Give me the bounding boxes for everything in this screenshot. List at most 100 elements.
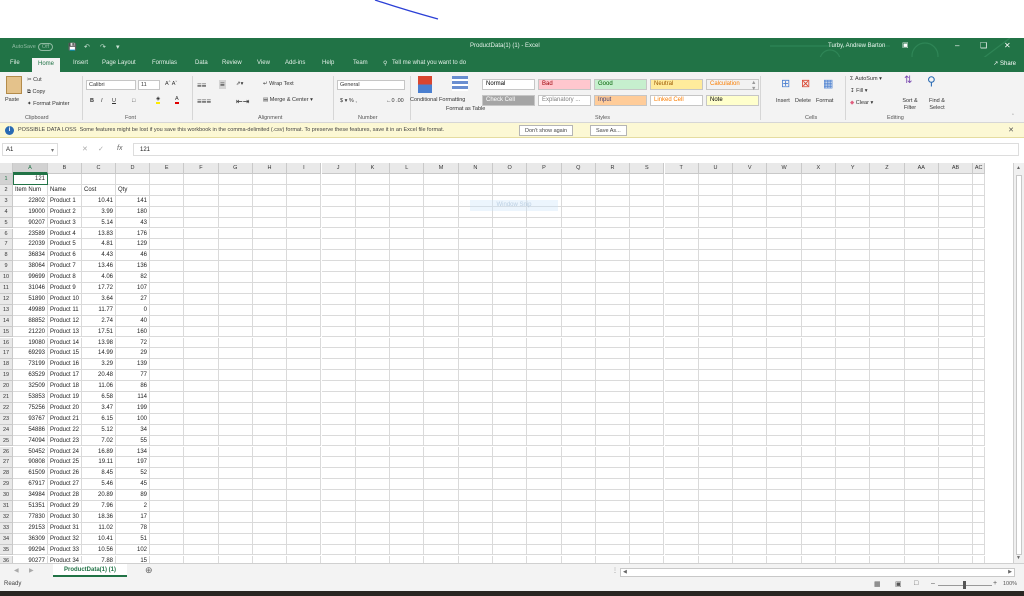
cell-v24[interactable] [733, 424, 768, 436]
cell-w4[interactable] [767, 206, 802, 218]
cell-c27[interactable]: 19.11 [82, 457, 116, 469]
cell-s15[interactable] [630, 326, 665, 338]
cell-c10[interactable]: 4.06 [82, 272, 116, 283]
cell-x8[interactable] [801, 250, 836, 262]
cell-w6[interactable] [767, 228, 802, 240]
cell-y33[interactable] [836, 522, 871, 534]
italic-button[interactable]: I [101, 98, 103, 104]
cell-z22[interactable] [870, 402, 905, 414]
cell-v20[interactable] [733, 381, 768, 392]
cell-f23[interactable] [184, 413, 219, 425]
cell-a11[interactable]: 31046 [13, 283, 48, 294]
cell-r29[interactable] [595, 479, 631, 491]
column-header-s[interactable]: S [630, 163, 665, 174]
cell-g3[interactable] [218, 195, 253, 207]
cell-s25[interactable] [630, 435, 665, 447]
cell-z32[interactable] [870, 511, 905, 523]
cell-f17[interactable] [184, 348, 219, 360]
cell-f2[interactable] [184, 184, 219, 196]
cell-j23[interactable] [321, 413, 356, 425]
cell-b4[interactable]: Product 2 [48, 206, 82, 218]
cell-x1[interactable] [801, 174, 836, 185]
cell-aa30[interactable] [904, 490, 939, 501]
cell-l32[interactable] [390, 511, 425, 523]
cell-k29[interactable] [355, 479, 391, 491]
cell-v2[interactable] [733, 184, 768, 196]
cell-l20[interactable] [390, 381, 425, 392]
cell-s1[interactable] [630, 174, 665, 185]
cell-g20[interactable] [218, 381, 253, 392]
cell-z18[interactable] [870, 359, 905, 371]
cell-e25[interactable] [150, 435, 185, 447]
cell-m16[interactable] [424, 337, 459, 349]
cell-y12[interactable] [836, 293, 871, 305]
cell-a34[interactable]: 36309 [13, 533, 48, 545]
cell-p16[interactable] [527, 337, 562, 349]
cell-c7[interactable]: 4.81 [82, 239, 116, 251]
cell-ab22[interactable] [938, 402, 974, 414]
cell-ac8[interactable] [973, 250, 986, 262]
cell-s12[interactable] [630, 293, 665, 305]
cell-g35[interactable] [218, 544, 253, 556]
delete-button[interactable]: Delete [795, 98, 811, 104]
cell-aa3[interactable] [904, 195, 939, 207]
cell-r13[interactable] [595, 304, 631, 316]
cell-s33[interactable] [630, 522, 665, 534]
cell-v15[interactable] [733, 326, 768, 338]
cell-n24[interactable] [458, 424, 493, 436]
cell-o26[interactable] [493, 446, 528, 458]
cell-j30[interactable] [321, 490, 356, 501]
cell-z31[interactable] [870, 501, 905, 512]
cell-j4[interactable] [321, 206, 356, 218]
cell-ab2[interactable] [938, 184, 974, 196]
align-top-icon[interactable]: ≡≡ [197, 81, 206, 90]
cell-s4[interactable] [630, 206, 665, 218]
cell-m3[interactable] [424, 195, 459, 207]
cell-g31[interactable] [218, 501, 253, 512]
cell-l13[interactable] [390, 304, 425, 316]
cell-f32[interactable] [184, 511, 219, 523]
cell-n25[interactable] [458, 435, 493, 447]
cell-z10[interactable] [870, 272, 905, 283]
cell-t24[interactable] [664, 424, 699, 436]
cell-r28[interactable] [595, 468, 631, 480]
cell-j8[interactable] [321, 250, 356, 262]
cell-l24[interactable] [390, 424, 425, 436]
cell-e27[interactable] [150, 457, 185, 469]
cell-h34[interactable] [252, 533, 288, 545]
cell-aa16[interactable] [904, 337, 939, 349]
cell-c16[interactable]: 13.98 [82, 337, 116, 349]
cell-j28[interactable] [321, 468, 356, 480]
column-header-a[interactable]: A [13, 163, 48, 174]
cell-i35[interactable] [287, 544, 322, 556]
row-header[interactable]: 25 [0, 435, 13, 447]
collapse-ribbon-icon[interactable]: ˆ [1012, 114, 1014, 120]
cell-k34[interactable] [355, 533, 391, 545]
cell-f5[interactable] [184, 217, 219, 229]
cell-a2[interactable]: Item Num [13, 184, 48, 196]
cell-r14[interactable] [595, 315, 631, 327]
cell-j13[interactable] [321, 304, 356, 316]
cell-c20[interactable]: 11.06 [82, 381, 116, 392]
cell-ab15[interactable] [938, 326, 974, 338]
row-header[interactable]: 10 [0, 272, 13, 283]
cell-o1[interactable] [493, 174, 528, 185]
format-painter-button[interactable]: ✦ Format Painter [27, 101, 70, 107]
share-button[interactable]: ↗ Share [993, 60, 1016, 67]
cell-h9[interactable] [252, 261, 288, 273]
autosave-toggle[interactable]: AutoSave Off [12, 43, 54, 51]
cell-y28[interactable] [836, 468, 871, 480]
wrap-text-button[interactable]: ↵ Wrap Text [263, 81, 294, 87]
cell-o21[interactable] [493, 392, 528, 403]
cell-t30[interactable] [664, 490, 699, 501]
cell-aa35[interactable] [904, 544, 939, 556]
cell-ab11[interactable] [938, 283, 974, 294]
cell-a18[interactable]: 73199 [13, 359, 48, 371]
cell-d31[interactable]: 2 [116, 501, 150, 512]
cell-b14[interactable]: Product 12 [48, 315, 82, 327]
cell-v30[interactable] [733, 490, 768, 501]
column-header-n[interactable]: N [458, 163, 493, 174]
cell-w11[interactable] [767, 283, 802, 294]
cell-n31[interactable] [458, 501, 493, 512]
cell-k5[interactable] [355, 217, 391, 229]
